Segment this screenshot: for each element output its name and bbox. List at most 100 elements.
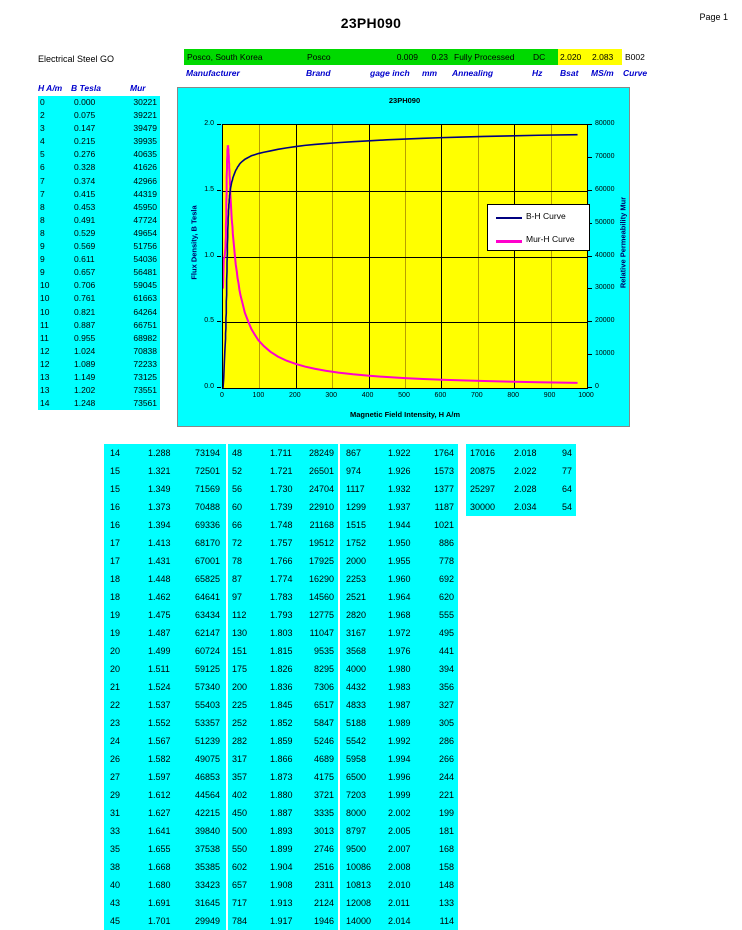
table-row: 14000 2.014 114 bbox=[340, 912, 458, 930]
table-cell: 6500 bbox=[346, 772, 367, 782]
table-row: 38 1.668 35385 bbox=[104, 858, 226, 876]
table-cell: 51239 bbox=[194, 736, 220, 746]
table-cell: 5188 bbox=[346, 718, 367, 728]
table-cell: 7 bbox=[40, 188, 45, 199]
table-row: 19 1.487 62147 bbox=[104, 624, 226, 642]
table-cell: 71569 bbox=[194, 484, 220, 494]
table-row: 2820 1.968 555 bbox=[340, 606, 458, 624]
table-cell: 77 bbox=[561, 466, 572, 476]
x-axis-tick-label: 0 bbox=[220, 392, 224, 399]
table-row: 25297 2.028 64 bbox=[466, 480, 576, 498]
table-cell: 1752 bbox=[346, 538, 367, 548]
table-cell: 40635 bbox=[133, 149, 157, 160]
table-cell: 56481 bbox=[133, 267, 157, 278]
spec-value-mm: 0.23 bbox=[418, 49, 451, 65]
chart-legend: B-H Curve Mur-H Curve bbox=[487, 204, 590, 251]
table-cell: 495 bbox=[438, 628, 454, 638]
table-cell: 778 bbox=[438, 556, 454, 566]
table-row: 17016 2.018 94 bbox=[466, 444, 576, 462]
table-cell: 13 bbox=[40, 371, 50, 382]
table-cell: 17016 bbox=[470, 448, 496, 458]
table-row: 8797 2.005 181 bbox=[340, 822, 458, 840]
table-row: 4833 1.987 327 bbox=[340, 696, 458, 714]
chart-y2-axis-title: Relative Permeability Mur bbox=[618, 196, 628, 289]
table-cell: 46853 bbox=[194, 772, 220, 782]
table-cell: 402 bbox=[232, 790, 248, 800]
table-cell: 29 bbox=[110, 790, 121, 800]
table-cell: 16 bbox=[110, 502, 121, 512]
table-cell: 0.491 bbox=[74, 214, 96, 225]
table-cell: 14560 bbox=[308, 592, 334, 602]
table-row: 1117 1.932 1377 bbox=[340, 480, 458, 498]
table-cell: 26 bbox=[110, 754, 121, 764]
table-cell: 5 bbox=[40, 149, 45, 160]
table-cell: 8295 bbox=[313, 664, 334, 674]
table-row: 5 0.276 40635 bbox=[38, 148, 160, 161]
table-cell: 1187 bbox=[434, 502, 454, 512]
table-cell: 286 bbox=[438, 736, 454, 746]
table-cell: 327 bbox=[438, 700, 454, 710]
table-row: 14 1.248 73561 bbox=[38, 397, 160, 410]
table-cell: 6517 bbox=[313, 700, 334, 710]
spec-value-curve: B002 bbox=[622, 49, 659, 65]
table-row: 6500 1.996 244 bbox=[340, 768, 458, 786]
table-row: 10 0.761 61663 bbox=[38, 292, 160, 305]
y2-axis-tick-mark bbox=[588, 156, 592, 158]
chart-x-axis-title: Magnetic Field Intensity, H A/m bbox=[349, 410, 460, 419]
y2-axis-tick-mark bbox=[588, 124, 592, 125]
table-cell: 39935 bbox=[133, 136, 157, 147]
series-mur-h-curve bbox=[223, 145, 578, 384]
table-cell: 0.276 bbox=[74, 149, 96, 160]
table-cell: 26501 bbox=[308, 466, 334, 476]
table-cell: 2746 bbox=[313, 844, 334, 854]
table-cell: 3167 bbox=[346, 628, 367, 638]
table-cell: 2521 bbox=[346, 592, 367, 602]
table-cell: 38 bbox=[110, 862, 121, 872]
page-title: 23PH090 bbox=[340, 15, 402, 31]
table-row: 2 0.075 39221 bbox=[38, 109, 160, 122]
table-cell: 151 bbox=[232, 646, 248, 656]
spec-value-annealing: Fully Processed bbox=[448, 49, 536, 65]
spec-value-manufacturer: Posco, South Korea bbox=[184, 49, 307, 65]
table-row: 7 0.415 44319 bbox=[38, 188, 160, 201]
table-cell: 65825 bbox=[194, 574, 220, 584]
table-row: 14 1.288 73194 bbox=[104, 444, 226, 462]
chart-title: 23PH090 bbox=[388, 96, 421, 105]
table-row: 12008 2.011 133 bbox=[340, 894, 458, 912]
table-row: 112 1.793 12775 bbox=[228, 606, 338, 624]
table-cell: 57340 bbox=[194, 682, 220, 692]
table-cell: 31645 bbox=[194, 898, 220, 908]
table-row: 151 1.815 9535 bbox=[228, 642, 338, 660]
table-row: 12 1.024 70838 bbox=[38, 345, 160, 358]
table-cell: 0.569 bbox=[74, 241, 96, 252]
table-cell: 47724 bbox=[133, 214, 157, 225]
table-row: 56 1.730 24704 bbox=[228, 480, 338, 498]
table-cell: 19 bbox=[110, 628, 121, 638]
table-cell: 63434 bbox=[194, 610, 220, 620]
table-cell: 13 bbox=[40, 385, 50, 396]
spec-label-annealing: Annealing bbox=[452, 68, 494, 78]
table-row: 20 1.511 59125 bbox=[104, 660, 226, 678]
table-cell: 41626 bbox=[133, 162, 157, 173]
table-cell: 35 bbox=[110, 844, 121, 854]
table-cell: 199 bbox=[438, 808, 454, 818]
datasheet-page: 23PH090 Page 1 Electrical Steel GO Posco… bbox=[0, 0, 742, 930]
table-cell: 51756 bbox=[133, 241, 157, 252]
table-cell: 56 bbox=[232, 484, 243, 494]
table-cell: 66751 bbox=[133, 319, 157, 330]
table-cell: 64641 bbox=[194, 592, 220, 602]
table-cell: 14 bbox=[110, 448, 121, 458]
y-axis-tick-mark bbox=[217, 124, 221, 125]
y-axis-tick-mark bbox=[217, 321, 221, 323]
bottom-table-3: 867 1.922 1764 974 1.926 1573 1117 1.932 1377 129… bbox=[340, 444, 458, 930]
table-cell: 55403 bbox=[194, 700, 220, 710]
table-cell: 1117 bbox=[346, 484, 365, 494]
table-cell: 42215 bbox=[194, 808, 220, 818]
table-cell: 8 bbox=[40, 214, 45, 225]
y2-axis-tick-label: 10000 bbox=[595, 350, 615, 358]
table-cell: 1515 bbox=[346, 520, 367, 530]
table-cell: 168 bbox=[438, 844, 454, 854]
table-cell: 61663 bbox=[133, 293, 157, 304]
table-row: 11 0.887 66751 bbox=[38, 319, 160, 332]
y-axis-tick-mark bbox=[217, 255, 221, 257]
